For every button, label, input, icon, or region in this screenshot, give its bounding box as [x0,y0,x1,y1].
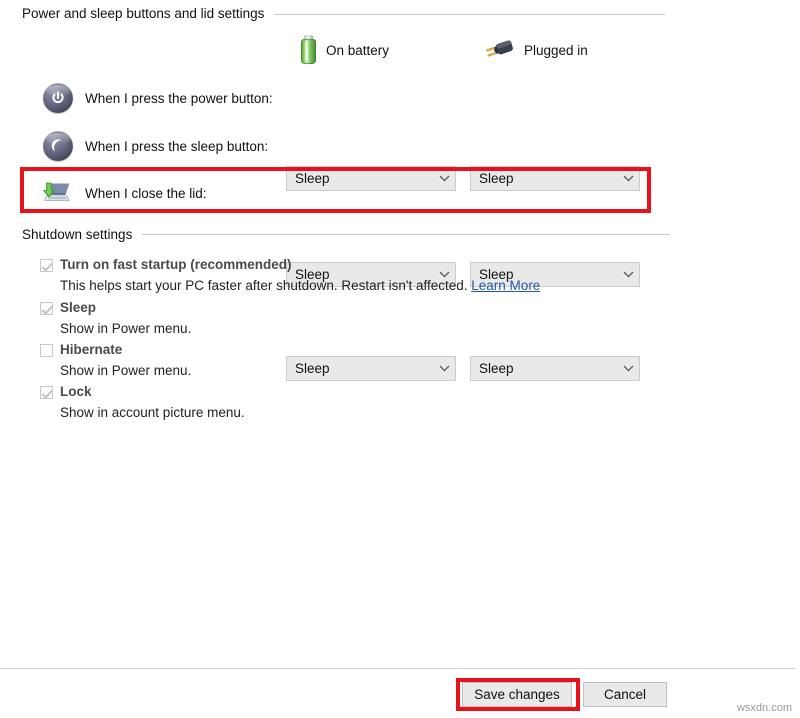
hibernate-checkbox-row[interactable]: Hibernate [40,342,191,359]
lock-checkbox[interactable] [40,386,53,399]
shutdown-settings-header: Shutdown settings [22,227,670,242]
hibernate-checkbox[interactable] [40,344,53,357]
power-source-headers: On battery Plugged in [300,35,588,65]
checkbox-item-hibernate: Hibernate Show in Power menu. [40,342,191,379]
save-changes-button[interactable]: Save changes [462,682,572,707]
fast-startup-description: This helps start your PC faster after sh… [60,278,468,293]
panel-title-text: Power and sleep buttons and lid settings [22,6,264,21]
fast-startup-label: Turn on fast startup (recommended) [60,257,292,273]
power-plug-icon [485,39,515,61]
learn-more-link[interactable]: Learn More [471,278,540,293]
setting-row-power-button: When I press the power button: Sleep Sle… [0,81,800,115]
fast-startup-checkbox[interactable] [40,259,53,272]
chevron-down-icon [433,365,455,372]
close-lid-row-label: When I close the lid: [85,186,207,201]
on-battery-label: On battery [326,43,389,58]
checkbox-item-fast-startup: Turn on fast startup (recommended) This … [40,257,540,294]
shutdown-settings-title: Shutdown settings [22,227,132,242]
cancel-button[interactable]: Cancel [583,682,667,707]
fast-startup-description-row: This helps start your PC faster after sh… [60,277,540,294]
fast-startup-checkbox-row[interactable]: Turn on fast startup (recommended) [40,257,540,274]
sleep-button-icon [42,130,74,162]
chevron-down-icon [617,365,639,372]
sleep-checkbox[interactable] [40,302,53,315]
sleep-button-row-label: When I press the sleep button: [85,139,268,154]
checkbox-item-sleep: Sleep Show in Power menu. [40,300,191,337]
close-lid-icon [40,177,72,209]
hibernate-description: Show in Power menu. [60,362,191,379]
lock-label: Lock [60,384,92,400]
power-button-icon [42,82,74,114]
plugged-in-label: Plugged in [524,43,588,58]
setting-row-sleep-button: When I press the sleep button: Sleep Sle… [0,129,800,163]
power-button-row-label: When I press the power button: [85,91,273,106]
close-lid-on-battery-value: Sleep [295,361,433,376]
watermark: wsxdn.com [737,702,792,714]
lock-checkbox-row[interactable]: Lock [40,384,245,401]
power-source-on-battery: On battery [300,35,485,65]
hibernate-label: Hibernate [60,342,122,358]
lock-description: Show in account picture menu. [60,404,245,421]
sleep-description: Show in Power menu. [60,320,191,337]
checkbox-item-lock: Lock Show in account picture menu. [40,384,245,421]
footer-divider [0,668,795,669]
sleep-label: Sleep [60,300,96,316]
power-source-plugged-in: Plugged in [485,39,588,61]
panel-title: Power and sleep buttons and lid settings [22,6,665,21]
sleep-checkbox-row[interactable]: Sleep [40,300,191,317]
battery-icon [300,35,317,65]
setting-row-close-lid: When I close the lid: Sleep Sleep [0,176,800,210]
shutdown-settings-divider [142,234,670,235]
close-lid-plugged-in-value: Sleep [479,361,617,376]
close-lid-on-battery-dropdown[interactable]: Sleep [286,356,456,381]
chevron-down-icon [617,271,639,278]
panel-title-divider [274,14,665,15]
close-lid-plugged-in-dropdown[interactable]: Sleep [470,356,640,381]
